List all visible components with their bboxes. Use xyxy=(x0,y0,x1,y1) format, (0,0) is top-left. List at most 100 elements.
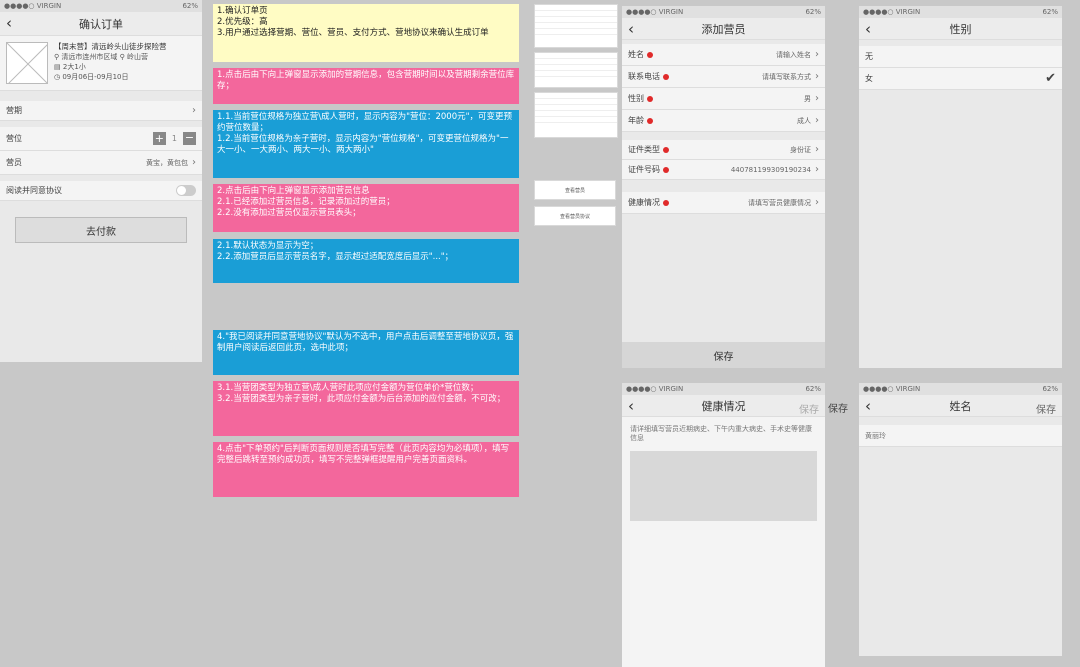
save-link[interactable]: 保存 xyxy=(1036,401,1056,416)
status-bar: ●●●●○ VIRGIN 62% xyxy=(859,383,1062,395)
mini-view-agreement-button[interactable]: 查看营员协议 xyxy=(534,206,616,226)
required-dot xyxy=(647,117,653,124)
note-camp-popup: 1.点击后由下向上弹窗显示添加的营期信息，包含营期时间以及营期剩余营位库存； xyxy=(213,68,519,104)
quantity-value: 1 xyxy=(171,134,177,143)
field-value: 440781199309190234 xyxy=(730,166,811,174)
id-number-row[interactable]: 证件号码 440781199309190234 › xyxy=(622,160,825,180)
chevron-right-icon: › xyxy=(815,164,819,175)
outer-save-link[interactable]: 保存 xyxy=(828,400,848,415)
people-icon: ▤ xyxy=(54,63,61,71)
field-label: 健康情况 xyxy=(628,198,660,207)
field-value: 请输入姓名 xyxy=(776,51,811,59)
field-value: 请填写营员健康情况 xyxy=(748,199,811,207)
battery-text: 62% xyxy=(805,8,821,16)
field-value: 身份证 xyxy=(790,146,811,154)
product-location: 清远市连州市区域 xyxy=(61,53,118,61)
member-row[interactable]: 营员 黄宝，黄包包 › xyxy=(0,151,202,175)
back-icon[interactable]: ‹ xyxy=(628,20,634,38)
note-agreement: 4."我已阅读并同意营地协议"默认为不选中，用户点击后调整至营地协议页，强制用户… xyxy=(213,330,519,375)
field-label: 年龄 xyxy=(628,116,644,125)
status-bar: ●●●●○ VIRGIN 62% xyxy=(0,0,202,12)
back-icon[interactable]: ‹ xyxy=(6,14,12,32)
clock-icon: ◷ xyxy=(54,73,61,81)
gender-option[interactable]: 无 xyxy=(859,46,1062,68)
camp-row[interactable]: 营期 › xyxy=(0,101,202,121)
mini-wireframe-3 xyxy=(534,92,618,138)
gender-screen: ●●●●○ VIRGIN 62% ‹ 性别 无 女 ✔ xyxy=(859,6,1062,368)
name-row[interactable]: 姓名 请输入姓名 › xyxy=(622,44,825,66)
nav-bar: ‹ 健康情况 保存 xyxy=(622,395,825,417)
field-value: 请填写联系方式 xyxy=(762,73,811,81)
health-row[interactable]: 健康情况 请填写营员健康情况 › xyxy=(622,192,825,214)
option-label: 女 xyxy=(865,74,873,83)
field-value: 成人 xyxy=(797,117,811,125)
position-label: 营位 xyxy=(6,134,22,143)
health-placeholder: 请详细填写营员近期病史、下午内重大病史、手术史等健康信息 xyxy=(630,425,812,442)
field-label: 性别 xyxy=(628,94,644,103)
gender-option[interactable]: 女 ✔ xyxy=(859,68,1062,90)
page-title: 添加营员 xyxy=(701,22,746,36)
phone-row[interactable]: 联系电话 请填写联系方式 › xyxy=(622,66,825,88)
product-size: 2大1小 xyxy=(62,63,86,71)
health-screen: ●●●●○ VIRGIN 62% ‹ 健康情况 保存 请详细填写营员近期病史、下… xyxy=(622,383,825,667)
save-button-label: 保存 xyxy=(713,351,734,363)
field-value: 男 xyxy=(804,95,811,103)
note-amount: 3.1.当营团类型为独立营\成人营时此项应付金额为营位单价*营位数； 3.2.当… xyxy=(213,381,519,436)
member-label: 营员 xyxy=(6,158,22,167)
nav-bar: ‹ 添加营员 xyxy=(622,18,825,40)
id-type-row[interactable]: 证件类型 身份证 › xyxy=(622,140,825,160)
mini-wireframe-1 xyxy=(534,4,618,48)
required-dot xyxy=(647,51,653,58)
page-title: 性别 xyxy=(949,22,972,36)
chevron-right-icon: › xyxy=(815,71,819,82)
member-value: 黄宝，黄包包 xyxy=(146,159,188,167)
agreement-toggle[interactable] xyxy=(176,185,196,196)
nav-bar: ‹ 性别 xyxy=(859,18,1062,40)
battery-text: 62% xyxy=(1042,8,1058,16)
note-position-spec: 1.1.当前营位规格为独立营\成人营时，显示内容为"营位：2000元"，可变更预… xyxy=(213,110,519,178)
back-icon[interactable]: ‹ xyxy=(865,397,871,415)
note-member-popup: 2.点击后由下向上弹窗显示添加营员信息 2.1.已经添加过营员信息，记录添加过的… xyxy=(213,184,519,232)
note-submit: 4.点击"下单预约"后判断页面规则是否填写完整（此页内容均为必填项），填写完整后… xyxy=(213,442,519,497)
plus-button[interactable]: + xyxy=(152,132,166,145)
chevron-right-icon: › xyxy=(815,93,819,104)
gender-row[interactable]: 性别 男 › xyxy=(622,88,825,110)
status-bar: ●●●●○ VIRGIN 62% xyxy=(622,6,825,18)
tag-icon: ⚲ xyxy=(119,53,125,61)
status-bar: ●●●●○ VIRGIN 62% xyxy=(859,6,1062,18)
health-textarea[interactable] xyxy=(630,451,817,521)
required-dot xyxy=(663,199,669,206)
product-name: 【周末营】清远岭头山徒步探险营 xyxy=(54,42,167,51)
chevron-right-icon: › xyxy=(815,144,819,155)
carrier-text: ●●●●○ VIRGIN xyxy=(4,2,62,10)
nav-bar: ‹ 确认订单 xyxy=(0,12,202,36)
chevron-right-icon: › xyxy=(815,115,819,126)
minus-button[interactable]: − xyxy=(183,132,196,145)
product-card[interactable]: 【周末营】清远岭头山徒步探险营 ⚲ 清远市连州市区域 ⚲ 岭山营 ▤ 2大1小 … xyxy=(0,36,202,91)
field-label: 姓名 xyxy=(628,50,644,59)
mini-button-label: 查看营员协议 xyxy=(559,213,590,220)
product-date: 09月06日-09月10日 xyxy=(62,73,129,81)
page-title: 确认订单 xyxy=(79,17,123,31)
carrier-text: ●●●●○ VIRGIN xyxy=(863,385,921,393)
name-value: 黄丽玲 xyxy=(865,431,886,440)
camp-label: 营期 xyxy=(6,106,22,115)
product-thumbnail xyxy=(6,42,48,84)
nav-bar: ‹ 姓名 保存 xyxy=(859,395,1062,417)
mini-view-member-button[interactable]: 查看营员 xyxy=(534,180,616,200)
pay-button[interactable]: 去付款 xyxy=(15,217,187,243)
age-row[interactable]: 年龄 成人 › xyxy=(622,110,825,132)
save-button[interactable]: 保存 xyxy=(622,342,825,368)
checkmark-icon: ✔ xyxy=(1045,71,1056,86)
save-link[interactable]: 保存 xyxy=(799,401,819,416)
chevron-right-icon: › xyxy=(815,197,819,208)
chevron-right-icon: › xyxy=(192,105,196,116)
carrier-text: ●●●●○ VIRGIN xyxy=(863,8,921,16)
carrier-text: ●●●●○ VIRGIN xyxy=(626,8,684,16)
name-input[interactable]: 黄丽玲 xyxy=(859,425,1062,447)
back-icon[interactable]: ‹ xyxy=(628,397,634,415)
mini-wireframe-2 xyxy=(534,52,618,88)
battery-text: 62% xyxy=(805,385,821,393)
back-icon[interactable]: ‹ xyxy=(865,20,871,38)
agreement-row: 阅读并同意协议 xyxy=(0,181,202,201)
